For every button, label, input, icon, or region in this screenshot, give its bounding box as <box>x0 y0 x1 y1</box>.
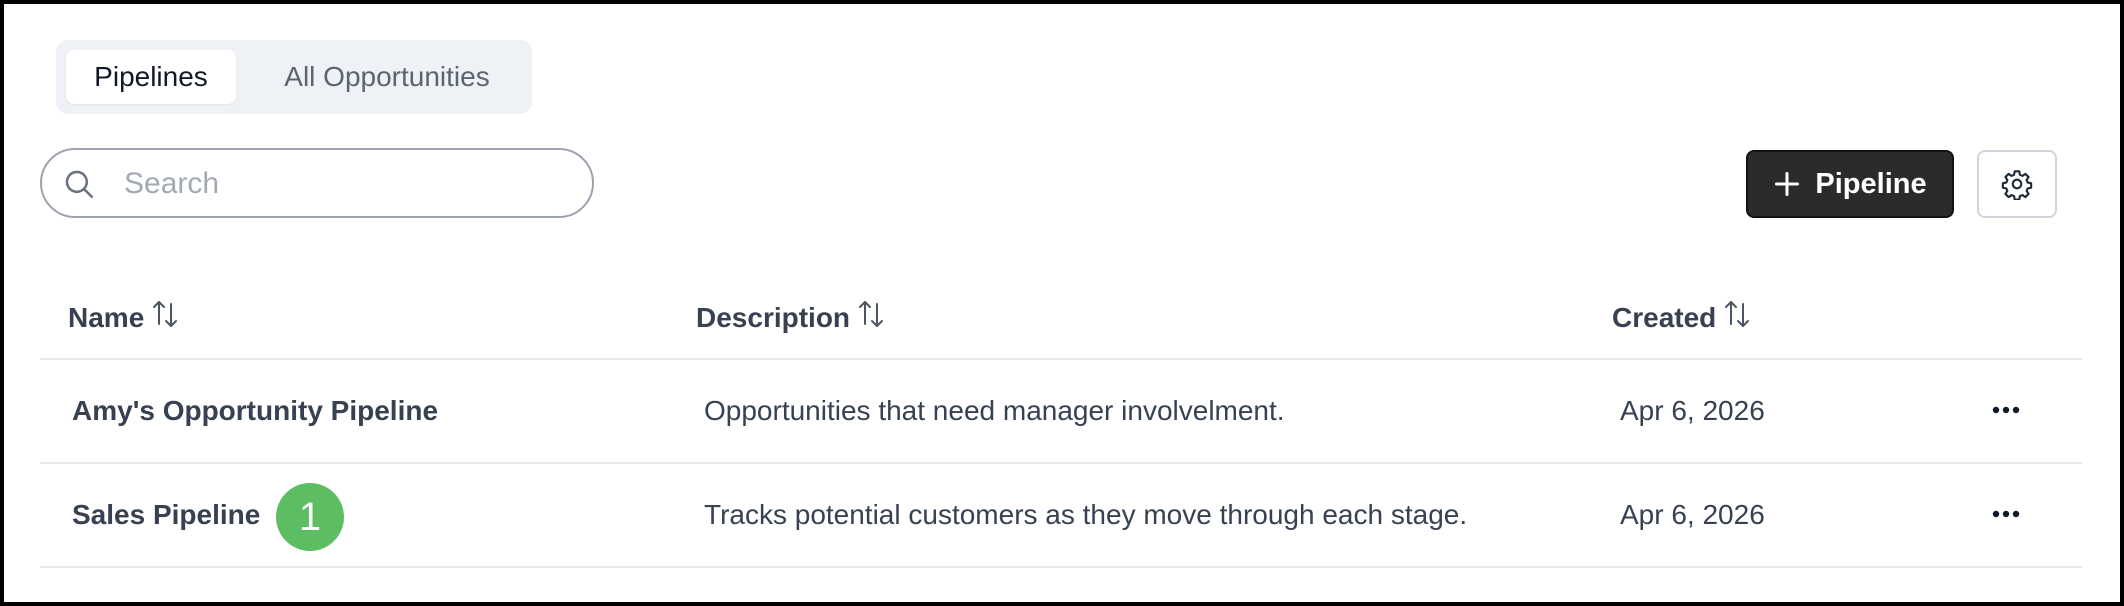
add-pipeline-button[interactable]: Pipeline <box>1746 150 1954 218</box>
pipeline-name[interactable]: Amy's Opportunity Pipeline <box>72 360 438 462</box>
table-header: Name Description Created <box>40 284 2082 360</box>
gear-icon <box>2001 170 2033 200</box>
tab-all-opportunities[interactable]: All Opportunities <box>252 50 522 104</box>
column-label: Description <box>696 302 851 333</box>
column-header-name[interactable]: Name <box>68 301 180 334</box>
column-label: Created <box>1612 302 1717 333</box>
row-actions-button[interactable] <box>1986 499 2026 529</box>
pipeline-created-date: Apr 6, 2026 <box>1620 395 1765 426</box>
pipeline-description: Tracks potential customers as they move … <box>704 499 1468 530</box>
tab-pipelines[interactable]: Pipelines <box>66 50 236 104</box>
annotation-badge: 1 <box>276 483 344 551</box>
search-icon <box>65 170 94 199</box>
row-actions-button[interactable] <box>1986 395 2026 425</box>
pipeline-name[interactable]: Sales Pipeline <box>72 464 260 566</box>
column-header-created[interactable]: Created <box>1612 301 1752 334</box>
pipeline-description: Opportunities that need manager involvel… <box>704 395 1285 426</box>
column-header-description[interactable]: Description <box>696 301 886 334</box>
table-row[interactable]: Amy's Opportunity Pipeline Opportunities… <box>40 360 2082 464</box>
app-frame: Pipelines All Opportunities Pipeline Nam… <box>4 4 2120 602</box>
view-tabs: Pipelines All Opportunities <box>56 40 532 114</box>
add-pipeline-label: Pipeline <box>1815 167 1927 200</box>
search-input[interactable] <box>122 160 566 208</box>
more-horizontal-icon <box>1992 510 2020 518</box>
pipeline-created-date: Apr 6, 2026 <box>1620 499 1765 530</box>
more-horizontal-icon <box>1992 406 2020 414</box>
sort-icon <box>1725 301 1750 327</box>
table-row[interactable]: Sales Pipeline 1 Tracks potential custom… <box>40 464 2082 568</box>
settings-button[interactable] <box>1977 150 2057 218</box>
plus-icon <box>1775 171 1800 197</box>
column-label: Name <box>68 302 145 333</box>
pipelines-table: Name Description Created Amy's Opportuni… <box>40 284 2082 568</box>
sort-icon <box>153 301 178 327</box>
search-box[interactable] <box>40 148 594 218</box>
sort-icon <box>859 301 884 327</box>
